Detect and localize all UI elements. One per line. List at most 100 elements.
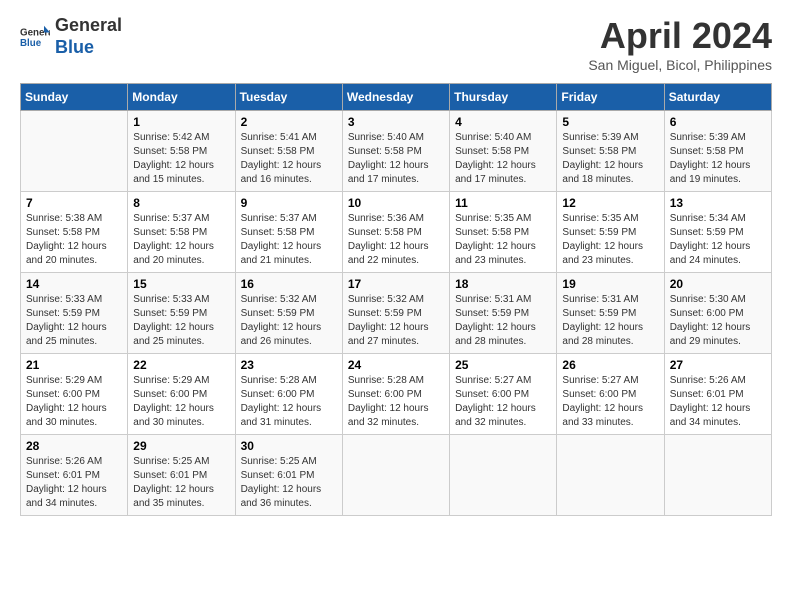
calendar-cell: 13Sunrise: 5:34 AM Sunset: 5:59 PM Dayli… xyxy=(664,192,771,273)
calendar-cell: 14Sunrise: 5:33 AM Sunset: 5:59 PM Dayli… xyxy=(21,273,128,354)
day-info: Sunrise: 5:30 AM Sunset: 6:00 PM Dayligh… xyxy=(670,293,766,349)
day-info: Sunrise: 5:32 AM Sunset: 5:59 PM Dayligh… xyxy=(348,293,444,349)
calendar-cell: 8 Sunrise: 5:37 AM Sunset: 5:58 PM Daylig… xyxy=(128,192,235,273)
calendar-cell: 6Sunrise: 5:39 AM Sunset: 5:58 PM Daylig… xyxy=(664,111,771,192)
day-info: Sunrise: 5:38 AM Sunset: 5:58 PM Dayligh… xyxy=(26,212,122,268)
day-info: Sunrise: 5:41 AM Sunset: 5:58 PM Dayligh… xyxy=(241,131,337,187)
calendar-cell: 21Sunrise: 5:29 AM Sunset: 6:00 PM Dayli… xyxy=(21,354,128,435)
calendar-cell: 20 Sunrise: 5:30 AM Sunset: 6:00 PM Dayli… xyxy=(664,273,771,354)
calendar-cell: 10 Sunrise: 5:36 AM Sunset: 5:58 PM Dayli… xyxy=(342,192,449,273)
day-number: 24 xyxy=(348,358,444,372)
calendar-cell: 1 Sunrise: 5:42 AM Sunset: 5:58 PM Daylig… xyxy=(128,111,235,192)
day-header-sunday: Sunday xyxy=(21,84,128,111)
day-number: 2 xyxy=(241,115,337,129)
day-number: 19 xyxy=(562,277,658,291)
day-info: Sunrise: 5:33 AM Sunset: 5:59 PM Dayligh… xyxy=(133,293,229,349)
logo: General Blue General Blue xyxy=(20,15,122,58)
day-number: 27 xyxy=(670,358,766,372)
day-number: 11 xyxy=(455,196,551,210)
calendar-cell xyxy=(664,435,771,516)
day-info: Sunrise: 5:29 AM Sunset: 6:00 PM Dayligh… xyxy=(133,374,229,430)
day-number: 25 xyxy=(455,358,551,372)
calendar-cell: 16Sunrise: 5:32 AM Sunset: 5:59 PM Dayli… xyxy=(235,273,342,354)
day-info: Sunrise: 5:42 AM Sunset: 5:58 PM Dayligh… xyxy=(133,131,229,187)
day-number: 8 xyxy=(133,196,229,210)
calendar-cell: 25 Sunrise: 5:27 AM Sunset: 6:00 PM Dayli… xyxy=(450,354,557,435)
week-row-2: 14Sunrise: 5:33 AM Sunset: 5:59 PM Dayli… xyxy=(21,273,772,354)
day-number: 4 xyxy=(455,115,551,129)
day-number: 7 xyxy=(26,196,122,210)
month-title: April 2024 xyxy=(588,15,772,57)
day-number: 28 xyxy=(26,439,122,453)
calendar-cell: 15 Sunrise: 5:33 AM Sunset: 5:59 PM Dayli… xyxy=(128,273,235,354)
day-number: 1 xyxy=(133,115,229,129)
day-number: 12 xyxy=(562,196,658,210)
day-number: 20 xyxy=(670,277,766,291)
day-number: 17 xyxy=(348,277,444,291)
day-info: Sunrise: 5:26 AM Sunset: 6:01 PM Dayligh… xyxy=(670,374,766,430)
calendar-cell: 30Sunrise: 5:25 AM Sunset: 6:01 PM Dayli… xyxy=(235,435,342,516)
calendar-cell: 29Sunrise: 5:25 AM Sunset: 6:01 PM Dayli… xyxy=(128,435,235,516)
day-number: 29 xyxy=(133,439,229,453)
day-info: Sunrise: 5:35 AM Sunset: 5:58 PM Dayligh… xyxy=(455,212,551,268)
day-number: 18 xyxy=(455,277,551,291)
day-info: Sunrise: 5:28 AM Sunset: 6:00 PM Dayligh… xyxy=(348,374,444,430)
day-number: 30 xyxy=(241,439,337,453)
calendar-cell: 18 Sunrise: 5:31 AM Sunset: 5:59 PM Dayli… xyxy=(450,273,557,354)
day-header-wednesday: Wednesday xyxy=(342,84,449,111)
calendar-cell: 4 Sunrise: 5:40 AM Sunset: 5:58 PM Daylig… xyxy=(450,111,557,192)
calendar-cell: 17 Sunrise: 5:32 AM Sunset: 5:59 PM Dayli… xyxy=(342,273,449,354)
day-info: Sunrise: 5:36 AM Sunset: 5:58 PM Dayligh… xyxy=(348,212,444,268)
calendar-cell: 24 Sunrise: 5:28 AM Sunset: 6:00 PM Dayli… xyxy=(342,354,449,435)
day-info: Sunrise: 5:27 AM Sunset: 6:00 PM Dayligh… xyxy=(455,374,551,430)
day-header-saturday: Saturday xyxy=(664,84,771,111)
day-number: 5 xyxy=(562,115,658,129)
day-info: Sunrise: 5:37 AM Sunset: 5:58 PM Dayligh… xyxy=(241,212,337,268)
calendar-cell: 9 Sunrise: 5:37 AM Sunset: 5:58 PM Daylig… xyxy=(235,192,342,273)
calendar-cell: 22 Sunrise: 5:29 AM Sunset: 6:00 PM Dayli… xyxy=(128,354,235,435)
day-number: 6 xyxy=(670,115,766,129)
day-info: Sunrise: 5:31 AM Sunset: 5:59 PM Dayligh… xyxy=(562,293,658,349)
page-header: General Blue General Blue April 2024 San… xyxy=(20,15,772,73)
day-header-thursday: Thursday xyxy=(450,84,557,111)
day-number: 15 xyxy=(133,277,229,291)
week-row-3: 21Sunrise: 5:29 AM Sunset: 6:00 PM Dayli… xyxy=(21,354,772,435)
day-number: 26 xyxy=(562,358,658,372)
day-number: 13 xyxy=(670,196,766,210)
logo-line2: Blue xyxy=(55,37,122,59)
calendar-cell xyxy=(557,435,664,516)
calendar-cell xyxy=(342,435,449,516)
day-number: 22 xyxy=(133,358,229,372)
day-number: 10 xyxy=(348,196,444,210)
day-info: Sunrise: 5:39 AM Sunset: 5:58 PM Dayligh… xyxy=(562,131,658,187)
calendar-cell: 28 Sunrise: 5:26 AM Sunset: 6:01 PM Dayli… xyxy=(21,435,128,516)
day-info: Sunrise: 5:40 AM Sunset: 5:58 PM Dayligh… xyxy=(455,131,551,187)
day-number: 16 xyxy=(241,277,337,291)
calendar-cell: 7 Sunrise: 5:38 AM Sunset: 5:58 PM Daylig… xyxy=(21,192,128,273)
calendar-cell: 12 Sunrise: 5:35 AM Sunset: 5:59 PM Dayli… xyxy=(557,192,664,273)
calendar-cell xyxy=(450,435,557,516)
day-info: Sunrise: 5:26 AM Sunset: 6:01 PM Dayligh… xyxy=(26,455,122,511)
day-info: Sunrise: 5:40 AM Sunset: 5:58 PM Dayligh… xyxy=(348,131,444,187)
day-header-tuesday: Tuesday xyxy=(235,84,342,111)
page-container: General Blue General Blue April 2024 San… xyxy=(0,0,792,531)
calendar-cell: 19 Sunrise: 5:31 AM Sunset: 5:59 PM Dayli… xyxy=(557,273,664,354)
calendar-cell: 23Sunrise: 5:28 AM Sunset: 6:00 PM Dayli… xyxy=(235,354,342,435)
svg-text:Blue: Blue xyxy=(20,38,42,49)
title-block: April 2024 San Miguel, Bicol, Philippine… xyxy=(588,15,772,73)
calendar-cell: 26 Sunrise: 5:27 AM Sunset: 6:00 PM Dayli… xyxy=(557,354,664,435)
day-info: Sunrise: 5:37 AM Sunset: 5:58 PM Dayligh… xyxy=(133,212,229,268)
day-info: Sunrise: 5:35 AM Sunset: 5:59 PM Dayligh… xyxy=(562,212,658,268)
week-row-1: 7 Sunrise: 5:38 AM Sunset: 5:58 PM Daylig… xyxy=(21,192,772,273)
calendar-cell: 11 Sunrise: 5:35 AM Sunset: 5:58 PM Dayli… xyxy=(450,192,557,273)
day-info: Sunrise: 5:27 AM Sunset: 6:00 PM Dayligh… xyxy=(562,374,658,430)
week-row-4: 28 Sunrise: 5:26 AM Sunset: 6:01 PM Dayli… xyxy=(21,435,772,516)
day-header-friday: Friday xyxy=(557,84,664,111)
logo-icon: General Blue xyxy=(20,22,50,52)
day-info: Sunrise: 5:29 AM Sunset: 6:00 PM Dayligh… xyxy=(26,374,122,430)
day-info: Sunrise: 5:28 AM Sunset: 6:00 PM Dayligh… xyxy=(241,374,337,430)
calendar-cell: 2 Sunrise: 5:41 AM Sunset: 5:58 PM Daylig… xyxy=(235,111,342,192)
calendar-cell: 27 Sunrise: 5:26 AM Sunset: 6:01 PM Dayli… xyxy=(664,354,771,435)
day-number: 9 xyxy=(241,196,337,210)
day-info: Sunrise: 5:31 AM Sunset: 5:59 PM Dayligh… xyxy=(455,293,551,349)
